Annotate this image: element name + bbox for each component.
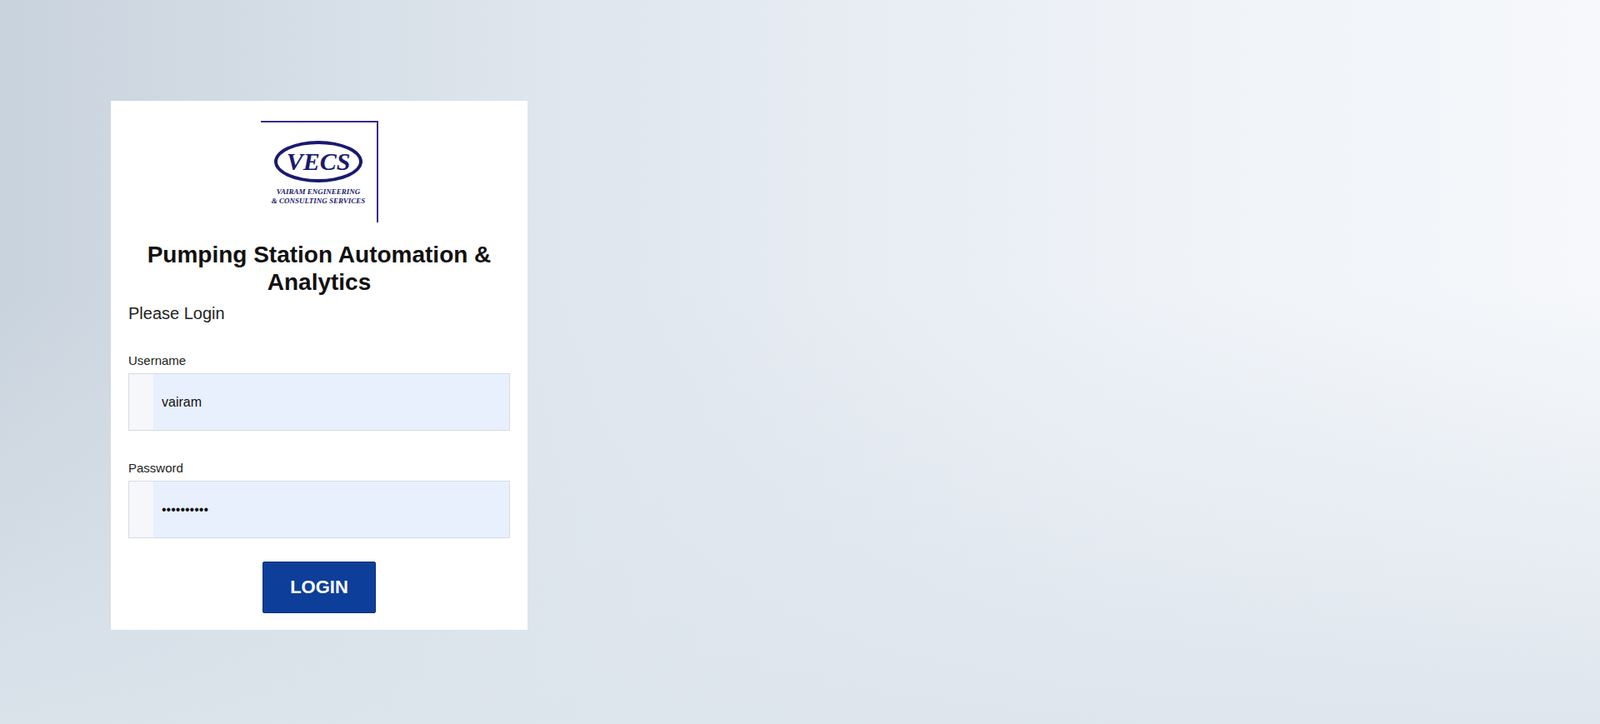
text-input[interactable] <box>153 481 510 538</box>
logo-mark: VECS <box>274 140 363 183</box>
input-box[interactable] <box>128 373 510 431</box>
field-label: Username <box>128 353 510 368</box>
text-input[interactable] <box>153 374 510 430</box>
input-icon-slot <box>129 481 154 538</box>
login-page: VECS VAIRAM ENGINEERING& CONSULTING SERVI… <box>0 0 1600 724</box>
login-prompt: Please Login <box>128 304 510 324</box>
form-field: Username <box>128 353 510 431</box>
input-box[interactable] <box>128 480 510 539</box>
app-title: Pumping Station Automation & Analytics <box>128 240 510 296</box>
logo-name-line: & CONSULTING SERVICES <box>271 196 366 206</box>
logo-name-line: VAIRAM ENGINEERING <box>276 187 361 197</box>
actions: LOGIN <box>128 561 510 614</box>
login-card: VECS VAIRAM ENGINEERING& CONSULTING SERVI… <box>110 100 528 630</box>
login-button[interactable]: LOGIN <box>262 561 376 614</box>
company-logo: VECS VAIRAM ENGINEERING& CONSULTING SERVI… <box>260 120 379 223</box>
input-icon-slot <box>129 374 154 430</box>
field-label: Password <box>128 460 510 475</box>
form-field: Password <box>128 460 510 539</box>
